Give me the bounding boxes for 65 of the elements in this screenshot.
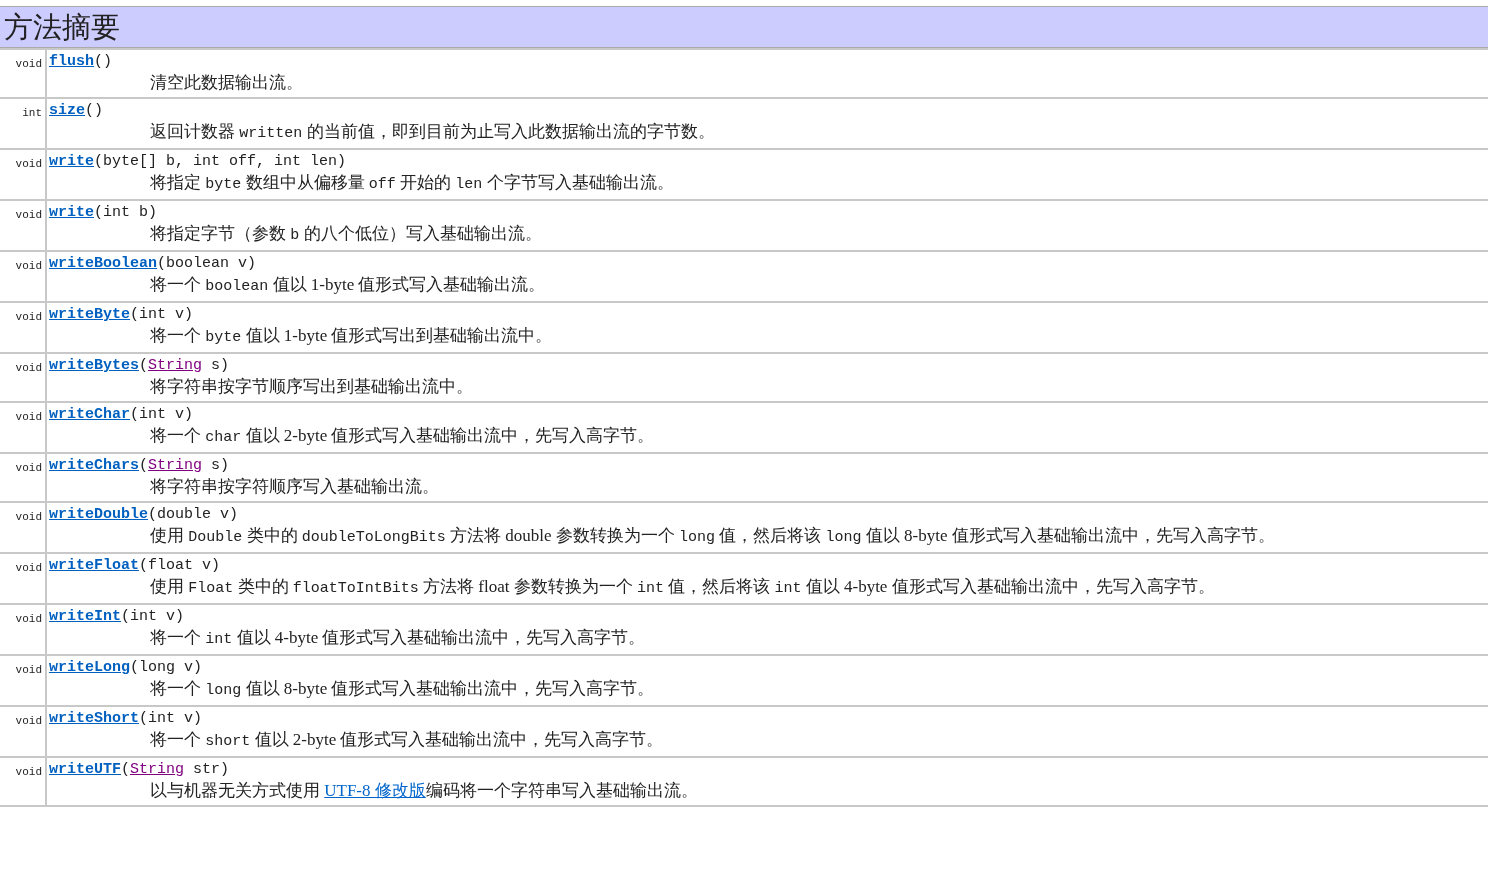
method-parameters: (int b) bbox=[94, 204, 158, 221]
method-description: 使用 Float 类中的 floatToIntBits 方法将 float 参数转换为一个 int 值，然后将该 int 值以 4-byte 值形式写入基础输出流中，先写入高字节。 bbox=[149, 576, 1216, 599]
method-link[interactable]: write bbox=[49, 204, 94, 221]
method-parameters: (String str) bbox=[121, 761, 230, 778]
method-link[interactable]: writeDouble bbox=[49, 506, 149, 523]
method-description: 将一个 int 值以 4-byte 值形式写入基础输出流中，先写入高字节。 bbox=[149, 627, 647, 650]
return-type: void bbox=[15, 362, 42, 374]
method-description: 使用 Double 类中的 doubleToLongBits 方法将 double 参数转换为一个 long 值，然后将该 long 值以 8-byte 值形式写入基础输出流中，先写入高字节。 bbox=[149, 525, 1276, 548]
method-parameters: (double v) bbox=[148, 506, 239, 523]
method-description: 清空此数据输出流。 bbox=[149, 72, 304, 94]
type-link[interactable]: String bbox=[148, 357, 203, 374]
method-parameters: (int v) bbox=[130, 406, 194, 423]
method-parameters: (int v) bbox=[139, 710, 203, 727]
method-link[interactable]: writeShort bbox=[49, 710, 139, 727]
method-parameters: (String s) bbox=[139, 357, 230, 374]
return-type: void bbox=[15, 411, 42, 423]
method-link[interactable]: writeByte bbox=[49, 306, 130, 323]
method-link[interactable]: writeUTF bbox=[49, 761, 121, 778]
method-parameters: (byte[] b, int off, int len) bbox=[94, 153, 347, 170]
method-description: 将一个 byte 值以 1-byte 值形式写出到基础输出流中。 bbox=[149, 325, 554, 348]
method-description: 将一个 short 值以 2-byte 值形式写入基础输出流中，先写入高字节。 bbox=[149, 729, 665, 752]
return-type: void bbox=[15, 511, 42, 523]
method-description: 以与机器无关方式使用 UTF-8 修改版编码将一个字符串写入基础输出流。 bbox=[149, 780, 699, 802]
method-description: 将指定 byte 数组中从偏移量 off 开始的 len 个字节写入基础输出流。 bbox=[149, 172, 675, 195]
return-type: void bbox=[15, 715, 42, 727]
method-description: 将字符串按字节顺序写出到基础输出流中。 bbox=[149, 376, 474, 398]
return-type: void bbox=[15, 209, 42, 221]
return-type: void bbox=[15, 158, 42, 170]
method-description: 将一个 boolean 值以 1-byte 值形式写入基础输出流。 bbox=[149, 274, 547, 297]
method-parameters: (float v) bbox=[139, 557, 221, 574]
method-link[interactable]: writeChars bbox=[49, 457, 139, 474]
method-link[interactable]: writeFloat bbox=[49, 557, 139, 574]
method-parameters: (boolean v) bbox=[157, 255, 257, 272]
method-link[interactable]: writeBytes bbox=[49, 357, 139, 374]
method-link[interactable]: writeInt bbox=[49, 608, 121, 625]
type-link[interactable]: String bbox=[148, 457, 203, 474]
method-description: 返回计数器 written 的当前值，即到目前为止写入此数据输出流的字节数。 bbox=[149, 121, 716, 144]
method-description: 将一个 long 值以 8-byte 值形式写入基础输出流中，先写入高字节。 bbox=[149, 678, 656, 701]
method-parameters: (int v) bbox=[130, 306, 194, 323]
method-link[interactable]: write bbox=[49, 153, 94, 170]
method-link[interactable]: writeLong bbox=[49, 659, 130, 676]
return-type: void bbox=[15, 562, 42, 574]
return-type: void bbox=[15, 766, 42, 778]
return-type: void bbox=[15, 260, 42, 272]
method-description: 将字符串按字符顺序写入基础输出流。 bbox=[149, 476, 440, 498]
type-link[interactable]: String bbox=[130, 761, 185, 778]
return-type: void bbox=[15, 613, 42, 625]
method-parameters: () bbox=[85, 102, 104, 119]
method-description: 将一个 char 值以 2-byte 值形式写入基础输出流中，先写入高字节。 bbox=[149, 425, 656, 448]
return-type: void bbox=[15, 462, 42, 474]
description-link[interactable]: UTF-8 修改版 bbox=[324, 781, 426, 800]
method-description: 将指定字节（参数 b 的八个低位）写入基础输出流。 bbox=[149, 223, 543, 246]
method-parameters: (long v) bbox=[130, 659, 203, 676]
method-parameters: (String s) bbox=[139, 457, 230, 474]
method-parameters: (int v) bbox=[121, 608, 185, 625]
return-type: void bbox=[15, 311, 42, 323]
return-type: int bbox=[22, 107, 42, 119]
method-link[interactable]: size bbox=[49, 102, 85, 119]
method-link[interactable]: flush bbox=[49, 53, 94, 70]
method-link[interactable]: writeBoolean bbox=[49, 255, 158, 272]
method-link[interactable]: writeChar bbox=[49, 406, 130, 423]
section-title: 方法摘要 bbox=[4, 10, 120, 45]
return-type: void bbox=[15, 58, 42, 70]
method-parameters: () bbox=[94, 53, 113, 70]
return-type: void bbox=[15, 664, 42, 676]
